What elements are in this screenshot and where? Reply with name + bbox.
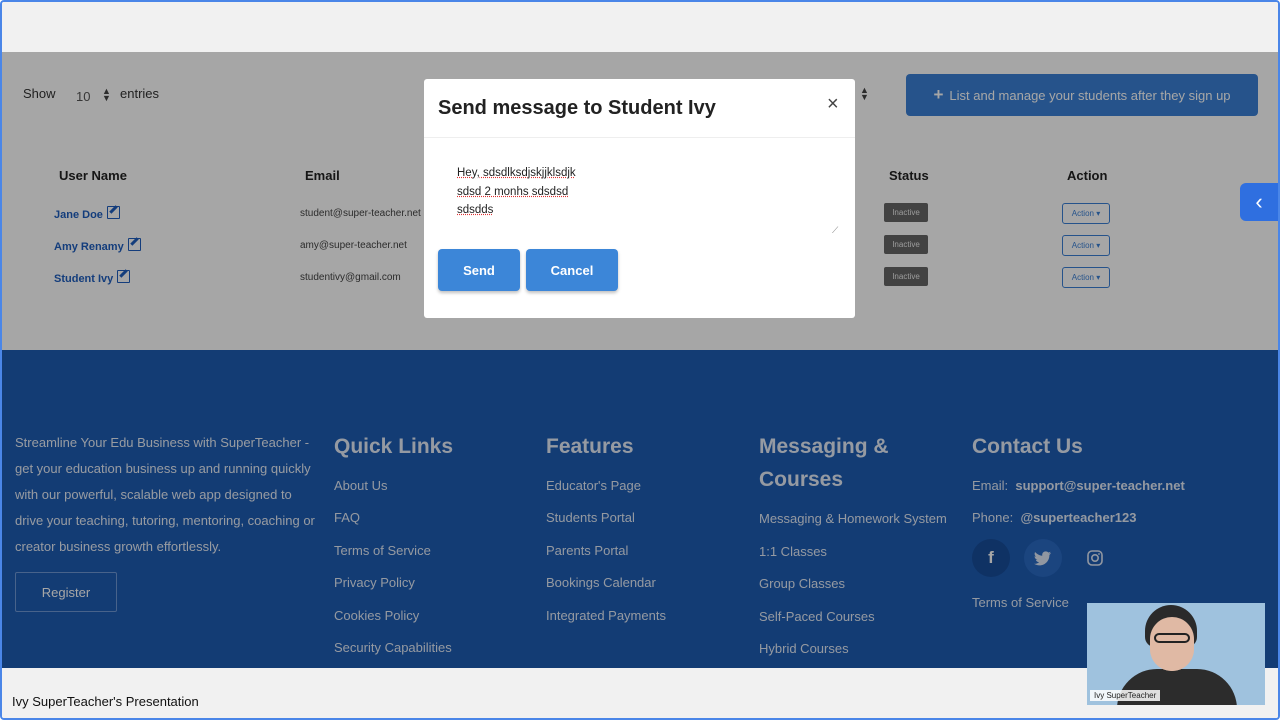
send-button[interactable]: Send <box>438 249 520 291</box>
send-message-modal: Send message to Student Ivy × Hey, sdsdl… <box>424 79 855 318</box>
presenter-face-front <box>1150 617 1194 671</box>
screen-frame: Show 10 ▲ ▼ entries ▲ ▼ + List and manage … <box>0 0 1280 720</box>
presenter-video: Ivy SuperTeacher <box>1087 603 1265 705</box>
glasses-icon <box>1154 633 1190 643</box>
cancel-button[interactable]: Cancel <box>526 249 618 291</box>
top-bar <box>2 2 1278 52</box>
message-text: Hey, sdsdlksdjskjjklsdjk sdsd 2 monhs sds… <box>457 167 576 216</box>
resize-handle-icon[interactable]: ⟋ <box>832 225 838 236</box>
camera-name-label: Ivy SuperTeacher <box>1090 690 1161 701</box>
presentation-title: Ivy SuperTeacher's Presentation <box>12 694 199 709</box>
modal-divider <box>424 137 855 138</box>
chevron-left-icon[interactable]: ‹ <box>1240 183 1278 221</box>
modal-title: Send message to Student Ivy <box>438 97 716 119</box>
close-icon[interactable]: × <box>827 93 839 116</box>
